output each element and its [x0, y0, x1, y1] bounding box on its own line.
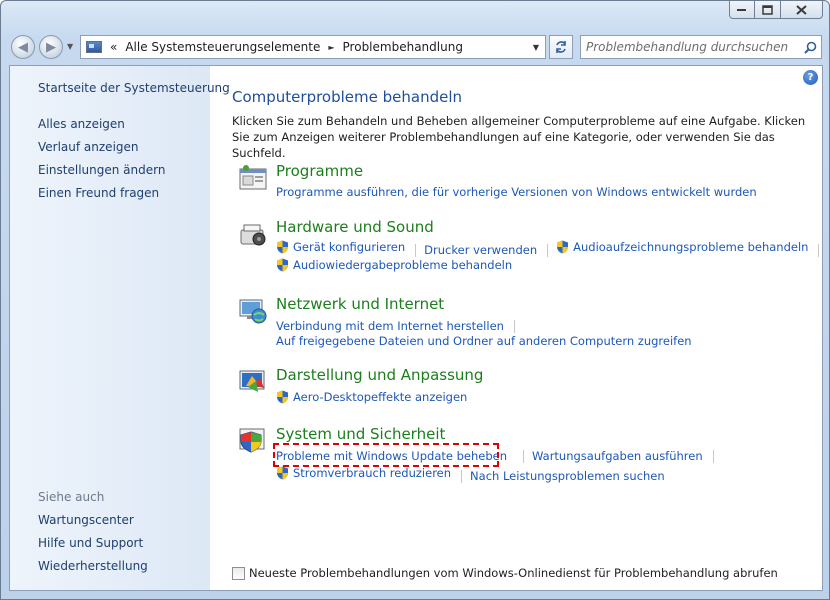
page-title: Computerprobleme behandeln [232, 88, 463, 106]
category-appearance-links: Aero-Desktopeffekte anzeigen [276, 390, 467, 407]
content-area: Startseite der Systemsteuerung Alles anz… [9, 65, 823, 591]
maximize-button[interactable] [755, 1, 781, 19]
see-also-recovery[interactable]: Wiederherstellung [38, 559, 148, 573]
link-separator [523, 450, 525, 463]
link-label[interactable]: Audiowiedergabeprobleme behandeln [293, 258, 512, 272]
link-audio-playback[interactable]: Audiowiedergabeprobleme behandeln [276, 258, 512, 272]
sidebar-item-settings[interactable]: Einstellungen ändern [38, 163, 165, 177]
category-network-links-row2: Auf freigegebene Dateien und Ordner auf … [276, 334, 692, 348]
category-hardware-sound-links: Gerät konfigurieren Drucker verwenden Audi… [276, 240, 827, 257]
link-label[interactable]: Aero-Desktopeffekte anzeigen [293, 390, 467, 404]
link-label[interactable]: Audioaufzeichnungsprobleme behandeln [573, 240, 808, 254]
category-network-links: Verbindung mit dem Internet herstellen [276, 319, 523, 333]
link-aero-effects[interactable]: Aero-Desktopeffekte anzeigen [276, 390, 467, 404]
online-troubleshooting-checkbox[interactable] [232, 566, 245, 580]
online-troubleshooting-option: Neueste Problembehandlungen vom Windows-… [232, 566, 778, 580]
help-icon: ? [807, 72, 814, 83]
uac-shield-icon [277, 466, 288, 480]
search-icon[interactable] [799, 41, 821, 54]
breadcrumb-separator-icon[interactable]: ► [328, 43, 334, 52]
category-programs-links: Programme ausführen, die für vorherige V… [276, 185, 757, 199]
security-icon[interactable] [238, 427, 268, 455]
maximize-icon [762, 4, 773, 15]
online-troubleshooting-label[interactable]: Neueste Problembehandlungen vom Windows-… [249, 566, 778, 580]
uac-shield-icon [277, 258, 288, 272]
minimize-button[interactable] [729, 1, 755, 19]
forward-button[interactable]: ▶ [39, 35, 63, 59]
close-button[interactable] [781, 1, 823, 19]
see-also-heading: Siehe auch [38, 490, 105, 504]
category-hardware-sound-links-row2: Audiowiedergabeprobleme behandeln [276, 258, 512, 275]
forward-arrow-icon: ▶ [46, 39, 56, 55]
category-network-title[interactable]: Netzwerk und Internet [276, 295, 444, 313]
hardware-sound-icon[interactable] [238, 220, 268, 248]
sidebar-home-link[interactable]: Startseite der Systemsteuerung [38, 81, 230, 95]
search-input[interactable] [581, 40, 799, 54]
caption-buttons [729, 1, 823, 19]
link-shared-folders[interactable]: Auf freigegebene Dateien und Ordner auf … [276, 334, 692, 348]
control-panel-icon [86, 41, 102, 53]
see-also-action-center[interactable]: Wartungscenter [38, 513, 134, 527]
link-separator [712, 450, 714, 463]
help-button[interactable]: ? [803, 70, 818, 85]
breadcrumb-all-items[interactable]: Alle Systemsteuerungselemente [125, 40, 320, 54]
highlight-box [273, 443, 499, 467]
close-icon [796, 4, 807, 15]
uac-shield-icon [557, 240, 569, 254]
link-separator [547, 244, 549, 257]
address-dropdown-icon[interactable]: ▼ [533, 43, 539, 52]
category-hardware-sound-title[interactable]: Hardware und Sound [276, 218, 434, 236]
link-audio-recording[interactable]: Audioaufzeichnungsprobleme behandeln [556, 240, 808, 254]
sidebar-item-ask-friend[interactable]: Einen Freund fragen [38, 186, 159, 200]
refresh-icon [556, 41, 566, 53]
back-arrow-icon: ◀ [18, 39, 28, 55]
link-use-printer[interactable]: Drucker verwenden [424, 243, 537, 257]
category-security-links-row2: Stromverbrauch reduzieren Nach Leistungsp… [276, 466, 665, 483]
link-performance-problems[interactable]: Nach Leistungsproblemen suchen [470, 469, 665, 483]
breadcrumb-troubleshooting[interactable]: Problembehandlung [343, 40, 463, 54]
back-button[interactable]: ◀ [11, 35, 35, 59]
refresh-button[interactable] [549, 35, 573, 59]
sidebar: Startseite der Systemsteuerung Alles anz… [10, 66, 230, 590]
programs-icon[interactable] [238, 164, 268, 192]
minimize-icon [737, 8, 746, 11]
category-appearance-title[interactable]: Darstellung und Anpassung [276, 366, 483, 384]
address-bar[interactable]: « Alle Systemsteuerungselemente ► Proble… [80, 35, 546, 59]
link-separator [461, 470, 463, 483]
link-separator [513, 320, 515, 333]
breadcrumb-overflow[interactable]: « [110, 40, 117, 54]
sidebar-item-history[interactable]: Verlauf anzeigen [38, 140, 139, 154]
search-box[interactable] [580, 35, 822, 59]
uac-shield-icon [277, 240, 288, 254]
link-connect-internet[interactable]: Verbindung mit dem Internet herstellen [276, 319, 504, 333]
link-reduce-power[interactable]: Stromverbrauch reduzieren [276, 466, 451, 480]
link-label[interactable]: Gerät konfigurieren [293, 240, 405, 254]
category-security-title[interactable]: System und Sicherheit [276, 425, 445, 443]
link-maintenance-tasks[interactable]: Wartungsaufgaben ausführen [532, 449, 703, 463]
category-programs-title[interactable]: Programme [276, 162, 363, 180]
link-configure-device[interactable]: Gerät konfigurieren [276, 240, 405, 254]
intro-text: Klicken Sie zum Behandeln und Beheben al… [232, 114, 806, 160]
window-frame: ◀ ▶ ▼ « Alle Systemsteuerungselemente ► … [0, 0, 830, 600]
see-also-help-support[interactable]: Hilfe und Support [38, 536, 143, 550]
link-separator [818, 244, 820, 257]
link-run-older-programs[interactable]: Programme ausführen, die für vorherige V… [276, 185, 757, 199]
uac-shield-icon [277, 390, 288, 404]
sidebar-item-show-all[interactable]: Alles anzeigen [38, 117, 125, 131]
recent-pages-dropdown[interactable]: ▼ [67, 42, 73, 51]
network-icon[interactable] [238, 297, 268, 325]
link-label[interactable]: Stromverbrauch reduzieren [293, 466, 451, 480]
link-separator [415, 244, 417, 257]
appearance-icon[interactable] [238, 368, 268, 396]
